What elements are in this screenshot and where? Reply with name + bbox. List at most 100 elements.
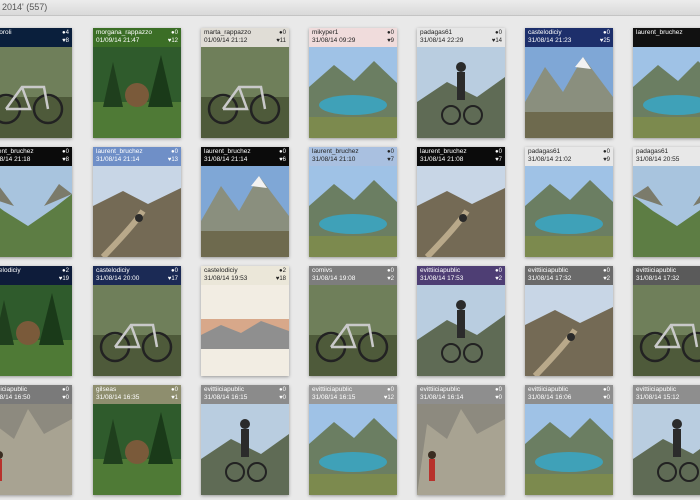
- card-photo[interactable]: [0, 404, 72, 495]
- card-username[interactable]: evittiiciapublic: [312, 386, 374, 394]
- card-username[interactable]: laurent_bruchez: [420, 148, 482, 156]
- like-count: ♥2: [495, 275, 502, 283]
- card-photo[interactable]: [525, 47, 613, 138]
- card-photo[interactable]: [201, 404, 289, 495]
- card-date: 31/08/14 16:15: [312, 394, 356, 401]
- card-photo[interactable]: [201, 166, 289, 257]
- photo-card[interactable]: gilseas 31/08/14 16:35 ●0 ♥1: [93, 385, 181, 495]
- card-username[interactable]: castelodiciy: [204, 267, 266, 275]
- card-username[interactable]: laurent_bruchez: [0, 148, 49, 156]
- photo-card[interactable]: evittiiciapublic 31/08/14 17:32 ●0 ♥2: [525, 266, 613, 376]
- card-username[interactable]: laurent_bruchez: [96, 148, 158, 156]
- card-photo[interactable]: [525, 285, 613, 376]
- photo-card[interactable]: laurent_bruchez 31/08/14 21:08 ●0 ♥7: [417, 147, 505, 257]
- card-header: laurent_bruchez 31/08/14 21:08 ●0 ♥7: [417, 147, 505, 166]
- card-username[interactable]: evittiiciapublic: [0, 386, 49, 394]
- card-photo[interactable]: [201, 285, 289, 376]
- photo-card[interactable]: evittiiciapublic 31/08/14 16:06 ●0 ♥0: [525, 385, 613, 495]
- photo-card[interactable]: laurent_bruchez: [633, 28, 700, 138]
- card-photo[interactable]: [417, 47, 505, 138]
- photo-card[interactable]: comivs 31/08/14 19:08 ●0 ♥2: [309, 266, 397, 376]
- photo-card[interactable]: evittiiciapublic 31/08/14 17:32: [633, 266, 700, 376]
- card-photo[interactable]: [309, 404, 397, 495]
- photo-card[interactable]: laurent_bruchez 31/08/14 21:14 ●0 ♥6: [201, 147, 289, 257]
- card-username[interactable]: gilseas: [96, 386, 158, 394]
- card-username[interactable]: evittiiciapublic: [204, 386, 266, 394]
- card-username[interactable]: evittiiciapublic: [420, 267, 482, 275]
- card-stats: ●0 ♥7: [387, 148, 394, 164]
- like-count: ♥9: [387, 37, 394, 45]
- photo-card[interactable]: marta_rappazzo 01/09/14 21:12 ●0 ♥11: [201, 28, 289, 138]
- card-photo[interactable]: [309, 285, 397, 376]
- card-photo[interactable]: [633, 404, 700, 495]
- card-header: evittiiciapublic 31/08/14 15:12: [633, 385, 700, 404]
- card-photo[interactable]: [417, 166, 505, 257]
- card-username[interactable]: morgana_rappazzo: [96, 29, 158, 37]
- card-photo[interactable]: [417, 285, 505, 376]
- like-count: ♥18: [276, 275, 286, 283]
- card-username[interactable]: castelodiciy: [528, 29, 590, 37]
- photo-card[interactable]: morgana_rappazzo 01/09/14 21:47 ●0 ♥12: [93, 28, 181, 138]
- card-header: evittiiciapublic31/08/14 16:50 ●0♥0: [0, 385, 72, 404]
- comment-count: ●2: [59, 267, 69, 275]
- photo-card[interactable]: evittiiciapublic 31/08/14 17:53 ●0 ♥2: [417, 266, 505, 376]
- card-username[interactable]: evittiiciapublic: [636, 267, 698, 275]
- card-username[interactable]: marta_rappazzo: [204, 29, 266, 37]
- card-photo[interactable]: [93, 285, 181, 376]
- photo-card[interactable]: castelodiciy 31/08/14 21:23 ●0 ♥25: [525, 28, 613, 138]
- card-photo[interactable]: [309, 47, 397, 138]
- photo-card[interactable]: castelodiciy 31/08/14 19:53 ●2 ♥18: [201, 266, 289, 376]
- card-header: mikyper1 31/08/14 09:29 ●0 ♥9: [309, 28, 397, 47]
- card-photo[interactable]: [633, 47, 700, 138]
- card-username[interactable]: laurent_bruchez: [312, 148, 374, 156]
- photo-card[interactable]: evittiiciapublic31/08/14 16:50 ●0♥0: [0, 385, 72, 495]
- photo-card[interactable]: castelodiciy 31/08/14 20:00 ●0 ♥17: [93, 266, 181, 376]
- photo-card[interactable]: mikyper1 31/08/14 09:29 ●0 ♥9: [309, 28, 397, 138]
- card-photo[interactable]: [525, 404, 613, 495]
- card-username[interactable]: mikyper1: [312, 29, 374, 37]
- card-photo[interactable]: [633, 166, 700, 257]
- card-photo[interactable]: [525, 166, 613, 257]
- card-photo[interactable]: [93, 404, 181, 495]
- card-username[interactable]: ruzzoroli: [0, 29, 49, 37]
- card-photo[interactable]: [201, 47, 289, 138]
- card-photo[interactable]: [0, 166, 72, 257]
- card-photo[interactable]: [0, 285, 72, 376]
- card-photo[interactable]: [417, 404, 505, 495]
- card-date: 31/08/14 17:53: [420, 275, 464, 282]
- photo-card[interactable]: laurent_bruchez31/08/14 21:18 ●0♥8: [0, 147, 72, 257]
- photo-card[interactable]: ruzzoroli ●4♥8: [0, 28, 72, 138]
- photo-card[interactable]: evittiiciapublic 31/08/14 16:15 ●0 ♥0: [201, 385, 289, 495]
- photo-card[interactable]: padagas61 31/08/14 22:29 ●0 ♥14: [417, 28, 505, 138]
- card-stats: ●0 ♥17: [168, 267, 178, 283]
- card-date: 01/09/14 21:47: [96, 37, 140, 44]
- card-photo[interactable]: [633, 285, 700, 376]
- photo-card[interactable]: castelodiciy ●2♥19: [0, 266, 72, 376]
- card-photo[interactable]: [0, 47, 72, 138]
- photo-card[interactable]: evittiiciapublic 31/08/14 16:15 ●0 ♥12: [309, 385, 397, 495]
- card-username[interactable]: castelodiciy: [0, 267, 49, 275]
- photo-card[interactable]: padagas61 31/08/14 21:02 ●0 ♥9: [525, 147, 613, 257]
- photo-card[interactable]: padagas61 31/08/14 20:55: [633, 147, 700, 257]
- card-username[interactable]: evittiiciapublic: [420, 386, 482, 394]
- card-username[interactable]: padagas61: [420, 29, 482, 37]
- card-date: 31/08/14 16:50: [0, 394, 31, 401]
- card-username[interactable]: padagas61: [636, 148, 698, 156]
- card-stats: ●0 ♥0: [495, 386, 502, 402]
- card-username[interactable]: padagas61: [528, 148, 590, 156]
- card-photo[interactable]: [93, 47, 181, 138]
- card-username[interactable]: laurent_bruchez: [636, 29, 698, 37]
- photo-card[interactable]: evittiiciapublic 31/08/14 15:12: [633, 385, 700, 495]
- card-username[interactable]: laurent_bruchez: [204, 148, 266, 156]
- card-username[interactable]: evittiiciapublic: [636, 386, 698, 394]
- card-username[interactable]: comivs: [312, 267, 374, 275]
- card-photo[interactable]: [93, 166, 181, 257]
- comment-count-value: 0: [606, 30, 610, 36]
- card-photo[interactable]: [309, 166, 397, 257]
- photo-card[interactable]: evittiiciapublic 31/08/14 16:14 ●0 ♥0: [417, 385, 505, 495]
- card-username[interactable]: castelodiciy: [96, 267, 158, 275]
- card-username[interactable]: evittiiciapublic: [528, 267, 590, 275]
- card-username[interactable]: evittiiciapublic: [528, 386, 590, 394]
- photo-card[interactable]: laurent_bruchez 31/08/14 21:14 ●0 ♥13: [93, 147, 181, 257]
- photo-card[interactable]: laurent_bruchez 31/08/14 21:10 ●0 ♥7: [309, 147, 397, 257]
